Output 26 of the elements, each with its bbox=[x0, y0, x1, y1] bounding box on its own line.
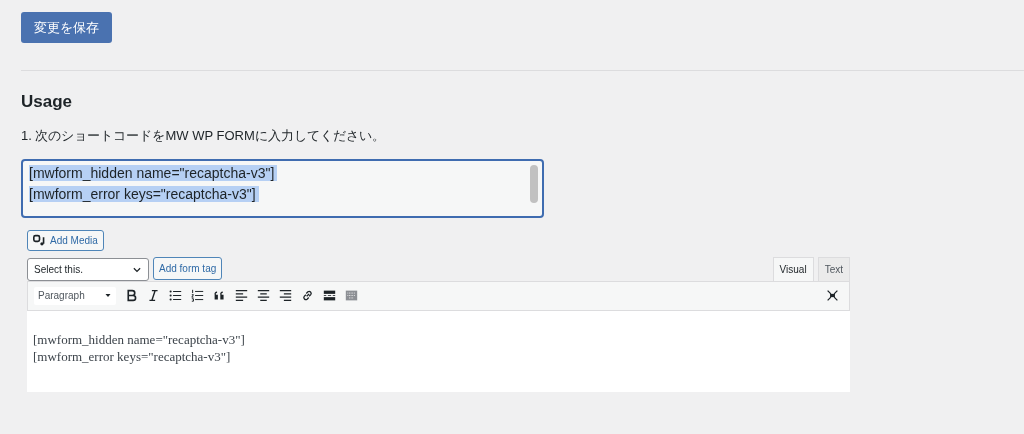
fullscreen-icon[interactable] bbox=[826, 289, 839, 302]
keyboard-icon[interactable] bbox=[345, 289, 358, 302]
bulleted-list-icon[interactable] bbox=[169, 289, 182, 302]
italic-icon[interactable] bbox=[147, 289, 160, 302]
shortcode-field[interactable]: [mwform_hidden name="recaptcha-v3"] [mwform_error keys="recaptcha-v3"] bbox=[21, 159, 544, 218]
save-button[interactable]: 変更を保存 bbox=[21, 12, 112, 43]
media-icon bbox=[33, 234, 46, 247]
content-line: [mwform_hidden name="recaptcha-v3"] bbox=[33, 331, 245, 347]
add-media-button[interactable]: Add Media bbox=[27, 230, 104, 251]
quote-icon[interactable] bbox=[213, 289, 226, 302]
add-form-tag-button[interactable]: Add form tag bbox=[153, 256, 223, 280]
scrollbar-thumb[interactable] bbox=[530, 165, 538, 203]
align-right-icon[interactable] bbox=[279, 289, 292, 302]
link-icon[interactable] bbox=[301, 289, 314, 302]
numbered-list-icon[interactable] bbox=[191, 289, 204, 302]
read-more-icon[interactable] bbox=[323, 289, 336, 302]
format-select[interactable]: Paragraph bbox=[34, 286, 116, 305]
content-line: [mwform_error keys="recaptcha-v3"] bbox=[33, 348, 231, 364]
editor-tab[interactable]: Text bbox=[817, 256, 850, 281]
section-heading: Usage bbox=[21, 91, 74, 113]
editor-tab[interactable]: Visual bbox=[772, 256, 814, 281]
align-left-icon[interactable] bbox=[235, 289, 248, 302]
bold-icon[interactable] bbox=[125, 289, 138, 302]
align-center-icon[interactable] bbox=[257, 289, 270, 302]
tag-select[interactable]: Select this. bbox=[27, 257, 149, 281]
instruction-text: 1. 次のショートコードをMW WP FORMに入力してください。 bbox=[21, 127, 386, 145]
